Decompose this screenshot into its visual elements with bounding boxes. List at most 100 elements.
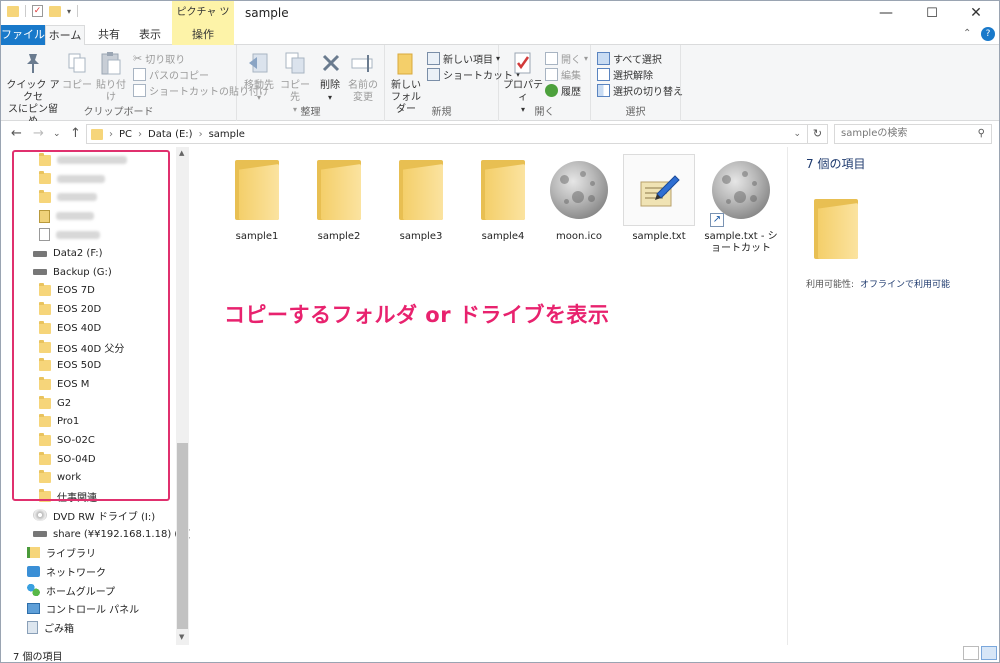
scroll-up-icon[interactable]: ▲ bbox=[179, 149, 184, 157]
nav-item[interactable]: ネットワーク bbox=[27, 562, 106, 580]
recent-locations-icon[interactable]: ⌄ bbox=[53, 129, 61, 139]
back-arrow-icon[interactable]: ← bbox=[11, 126, 22, 141]
copy-to-label: コピー先 bbox=[280, 80, 310, 103]
nav-item[interactable]: ごみ箱 bbox=[27, 619, 74, 637]
separator bbox=[77, 5, 79, 17]
breadcrumb-pc[interactable]: PC bbox=[119, 129, 132, 140]
clipboard-group-label: クリップボード bbox=[83, 107, 154, 118]
paste-label: 貼り付け bbox=[96, 80, 126, 103]
new-item-button[interactable]: 新しい項目 ▾ bbox=[427, 51, 500, 66]
move-to-button[interactable]: 移動先 ▾ bbox=[241, 49, 277, 104]
maximize-button[interactable]: ☐ bbox=[909, 1, 955, 25]
tab-share[interactable]: 共有 bbox=[89, 25, 129, 45]
file-item[interactable]: sample3 bbox=[382, 153, 460, 243]
nav-item[interactable]: share (¥¥192.168.1.18) (Z:) bbox=[33, 525, 192, 543]
move-to-label: 移動先 bbox=[244, 80, 274, 91]
rename-icon bbox=[347, 49, 379, 77]
file-item[interactable]: sample2 bbox=[300, 153, 378, 243]
library-icon bbox=[27, 547, 40, 559]
paste-button[interactable]: 貼り付け bbox=[93, 49, 129, 104]
organize-group: 移動先 ▾ コピー先 ▾ 削除 ▾ 名前の 変更 整理 bbox=[237, 45, 385, 121]
new-folder-icon[interactable] bbox=[49, 5, 61, 17]
annotation-text: コピーするフォルダ or ドライブを表示 bbox=[224, 303, 610, 327]
up-arrow-icon[interactable]: ↑ bbox=[70, 126, 81, 141]
tab-home[interactable]: ホーム bbox=[45, 25, 85, 46]
moon-image-icon bbox=[540, 153, 618, 227]
nav-item-label: コントロール パネル bbox=[46, 605, 140, 617]
file-item[interactable]: moon.ico bbox=[540, 153, 618, 243]
select-group-label: 選択 bbox=[625, 107, 646, 118]
history-button[interactable]: 履歴 bbox=[545, 83, 581, 98]
scroll-down-icon[interactable]: ▼ bbox=[179, 633, 184, 641]
edit-button[interactable]: 編集 bbox=[545, 67, 581, 82]
refresh-button[interactable]: ↻ bbox=[808, 124, 828, 144]
select-none-button[interactable]: 選択解除 bbox=[597, 67, 653, 82]
network-icon bbox=[27, 565, 40, 577]
copy-button[interactable]: コピー bbox=[61, 49, 93, 92]
nav-item[interactable]: ホームグループ bbox=[27, 581, 115, 599]
copy-icon bbox=[61, 49, 93, 77]
invert-selection-button[interactable]: 選択の切り替え bbox=[597, 83, 683, 98]
nav-item-label: ホームグループ bbox=[46, 586, 116, 598]
tab-file[interactable]: ファイル bbox=[1, 25, 45, 45]
file-item[interactable]: sample4 bbox=[464, 153, 542, 243]
details-item-count: 7 個の項目 bbox=[806, 157, 866, 171]
navigation-row: ← → ⌄ ↑ › PC › Data (E:) › sample ⌄ ↻ sa… bbox=[1, 121, 999, 147]
nav-scrollbar-thumb[interactable] bbox=[177, 443, 188, 629]
nav-item[interactable]: DVD RW ドライブ (I:) bbox=[33, 506, 155, 524]
shortcut-arrow-icon: ↗ bbox=[710, 213, 724, 227]
minimize-button[interactable]: — bbox=[863, 1, 909, 25]
breadcrumb-drive[interactable]: Data (E:) bbox=[148, 129, 193, 140]
select-all-button[interactable]: すべて選択 bbox=[597, 51, 662, 66]
quick-access-toolbar: ✓ ▾ bbox=[7, 5, 79, 17]
shortcut-moon-icon: ↗ bbox=[702, 153, 780, 227]
new-group: 新しい フォルダー 新しい項目 ▾ ショートカット ▾ 新規 bbox=[385, 45, 520, 121]
file-item[interactable]: sample1 bbox=[218, 153, 296, 243]
address-bar[interactable]: › PC › Data (E:) › sample ⌄ bbox=[86, 124, 808, 144]
navigation-pane: Data2 (F:) Backup (G:) EOS 7D EOS 20D EOS 40… bbox=[1, 147, 192, 645]
large-icons-view-icon[interactable] bbox=[981, 646, 997, 660]
chevron-right-icon: › bbox=[109, 128, 113, 140]
customize-dropdown-icon[interactable]: ▾ bbox=[67, 7, 71, 16]
copy-path-button[interactable]: パスのコピー bbox=[133, 67, 209, 82]
file-item[interactable]: sample.txt bbox=[620, 153, 698, 243]
separator bbox=[25, 5, 26, 17]
network-drive-icon bbox=[33, 531, 47, 537]
help-icon[interactable]: ? bbox=[981, 27, 995, 41]
breadcrumb-folder[interactable]: sample bbox=[209, 129, 245, 140]
properties-icon bbox=[507, 49, 539, 77]
open-icon bbox=[545, 52, 558, 65]
nav-item[interactable]: コントロール パネル bbox=[27, 600, 139, 618]
nav-item[interactable]: ライブラリ bbox=[27, 544, 96, 562]
status-bar: 7 個の項目 bbox=[1, 645, 999, 663]
details-folder-icon bbox=[814, 199, 858, 259]
file-name: sample2 bbox=[317, 231, 361, 242]
search-input[interactable]: sampleの検索 ⚲ bbox=[834, 124, 992, 144]
edit-label: 編集 bbox=[561, 71, 581, 82]
address-dropdown-icon[interactable]: ⌄ bbox=[793, 129, 801, 139]
file-name: sample4 bbox=[481, 231, 525, 242]
cut-button[interactable]: ✂ 切り取り bbox=[133, 51, 185, 66]
file-item[interactable]: ↗ sample.txt - ショートカット bbox=[702, 153, 780, 255]
open-button[interactable]: 開く ▾ bbox=[545, 51, 588, 66]
invert-selection-icon bbox=[597, 84, 610, 97]
properties-label: プロパティ bbox=[503, 80, 543, 103]
pin-icon bbox=[17, 49, 49, 77]
edit-icon bbox=[545, 68, 558, 81]
rename-button[interactable]: 名前の 変更 bbox=[345, 49, 381, 104]
folder-icon bbox=[218, 153, 296, 227]
control-panel-icon bbox=[27, 603, 40, 615]
forward-arrow-icon[interactable]: → bbox=[33, 126, 44, 141]
details-view-icon[interactable] bbox=[963, 646, 979, 660]
tab-manage[interactable]: 操作 bbox=[172, 25, 234, 45]
history-label: 履歴 bbox=[561, 87, 581, 98]
collapse-ribbon-icon[interactable]: ⌃ bbox=[963, 28, 971, 39]
nav-item-label: ネットワーク bbox=[46, 567, 106, 579]
delete-label: 削除 bbox=[320, 80, 340, 91]
tab-view[interactable]: 表示 bbox=[131, 25, 169, 45]
close-button[interactable]: ✕ bbox=[953, 1, 999, 25]
nav-scrollbar[interactable]: ▲ ▼ bbox=[176, 147, 189, 645]
properties-icon[interactable]: ✓ bbox=[32, 5, 43, 17]
delete-button[interactable]: 削除 ▾ bbox=[315, 49, 345, 104]
file-name: sample1 bbox=[235, 231, 279, 242]
